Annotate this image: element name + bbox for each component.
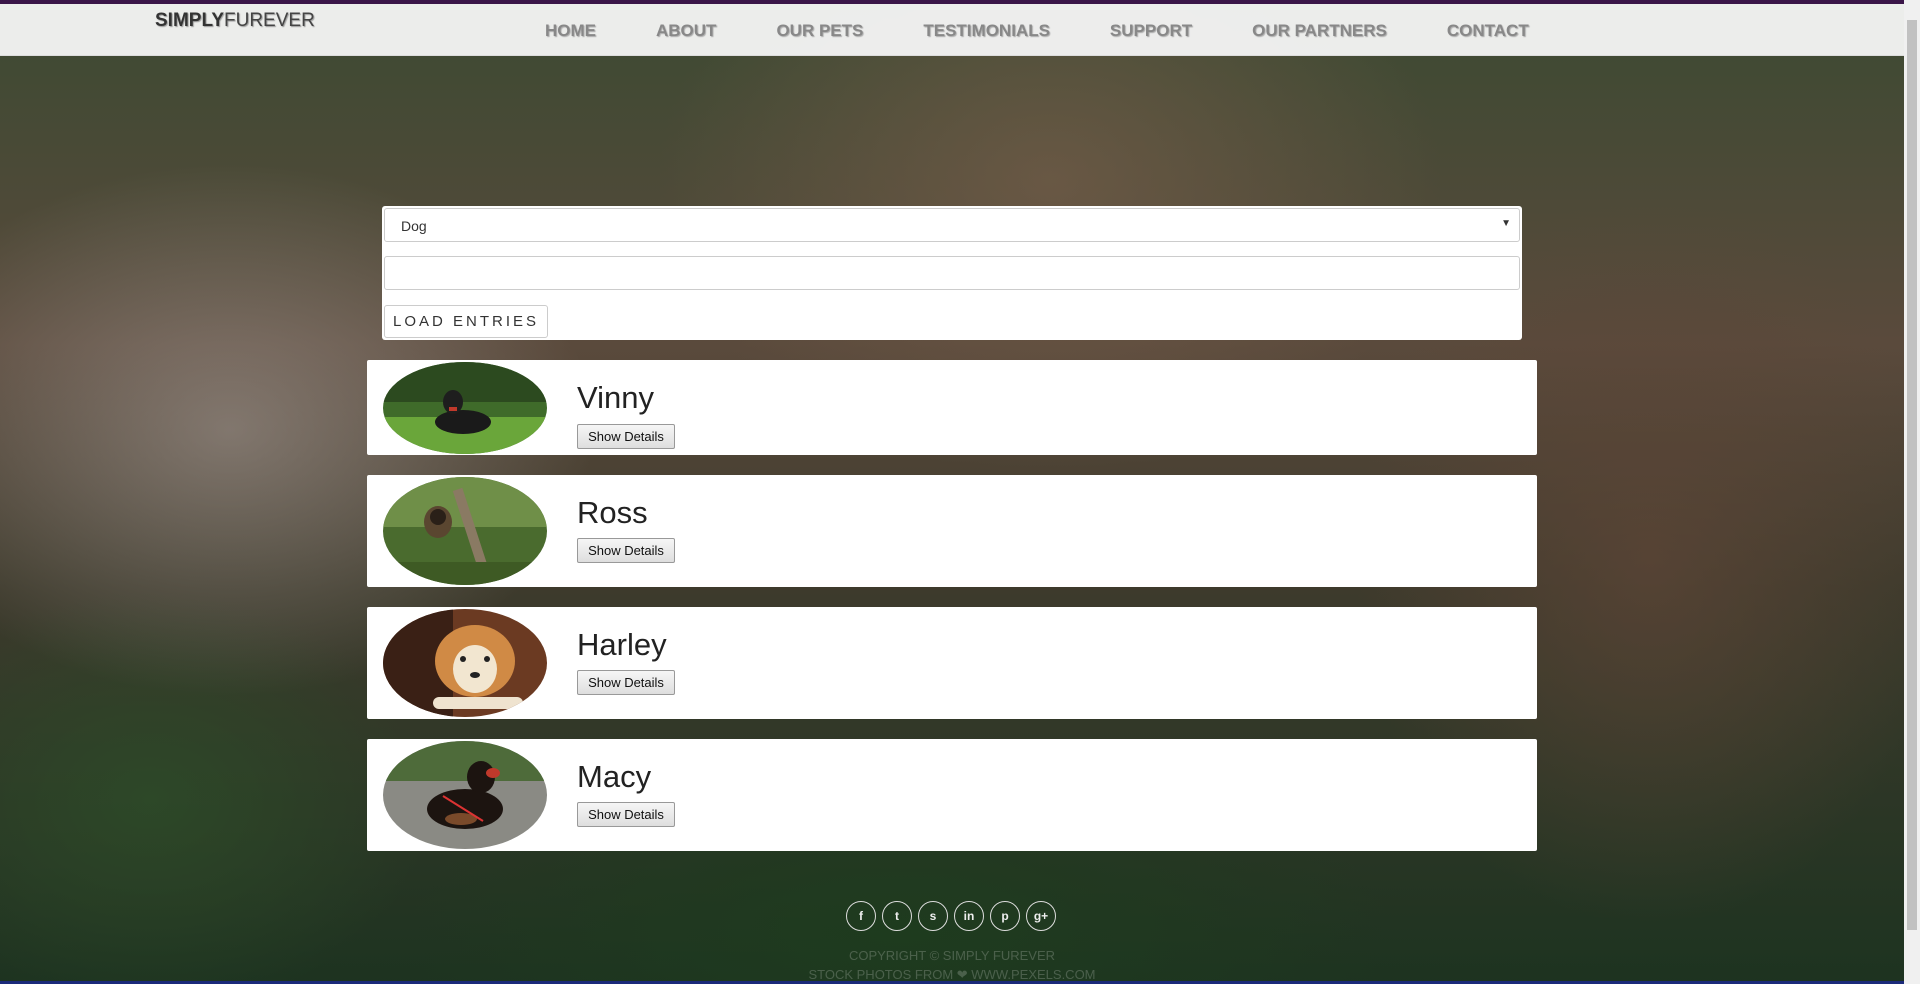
scrollbar-thumb[interactable] [1907, 20, 1917, 930]
brand-logo[interactable]: SIMPLYFUREVER [155, 10, 315, 32]
linkedin-icon[interactable]: in [954, 901, 984, 931]
social-links: f t s in p g+ [846, 901, 1062, 931]
navbar: SIMPLYFUREVER HOME ABOUT OUR PETS TESTIM… [0, 4, 1904, 56]
pet-photo-macy [383, 741, 547, 849]
pinterest-icon[interactable]: p [990, 901, 1020, 931]
google-plus-icon[interactable]: g+ [1026, 901, 1056, 931]
footer-copyright: COPYRIGHT © SIMPLY FUREVER [848, 948, 1056, 963]
show-details-button[interactable]: Show Details [577, 670, 675, 695]
pet-name: Harley [577, 627, 667, 662]
pet-name: Macy [577, 759, 652, 794]
pet-photo-vinny [383, 362, 547, 454]
nav-testimonials[interactable]: TESTIMONIALS [923, 21, 1050, 41]
nav-our-partners[interactable]: OUR PARTNERS [1252, 21, 1387, 41]
filter-form: Dog ▼ LOAD ENTRIES [382, 206, 1522, 340]
pet-type-value: Dog [401, 218, 427, 234]
pet-name: Ross [577, 495, 648, 530]
pet-photo-ross [383, 477, 547, 585]
pet-name: Vinny [577, 380, 654, 415]
pet-type-select[interactable]: Dog ▼ [384, 208, 1520, 242]
pet-card-harley: Harley Show Details [367, 607, 1537, 719]
show-details-button[interactable]: Show Details [577, 802, 675, 827]
nav-contact[interactable]: CONTACT [1447, 21, 1529, 41]
pet-card-ross: Ross Show Details [367, 475, 1537, 587]
dropdown-arrow-icon: ▼ [1501, 218, 1511, 229]
search-input[interactable] [384, 256, 1520, 290]
brand-rest: FUREVER [224, 10, 315, 31]
load-entries-button[interactable]: LOAD ENTRIES [384, 305, 548, 338]
show-details-button[interactable]: Show Details [577, 424, 675, 449]
pet-photo-harley [383, 609, 547, 717]
scrollbar[interactable] [1904, 0, 1920, 984]
brand-bold: SIMPLY [155, 10, 224, 31]
main-nav: HOME ABOUT OUR PETS TESTIMONIALS SUPPORT… [545, 21, 1589, 41]
nav-our-pets[interactable]: OUR PETS [776, 21, 863, 41]
nav-support[interactable]: SUPPORT [1110, 21, 1192, 41]
nav-about[interactable]: ABOUT [656, 21, 716, 41]
pet-card-macy: Macy Show Details [367, 739, 1537, 851]
pet-card-vinny: Vinny Show Details [367, 360, 1537, 455]
skype-icon[interactable]: s [918, 901, 948, 931]
show-details-button[interactable]: Show Details [577, 538, 675, 563]
nav-home[interactable]: HOME [545, 21, 596, 41]
facebook-icon[interactable]: f [846, 901, 876, 931]
twitter-icon[interactable]: t [882, 901, 912, 931]
